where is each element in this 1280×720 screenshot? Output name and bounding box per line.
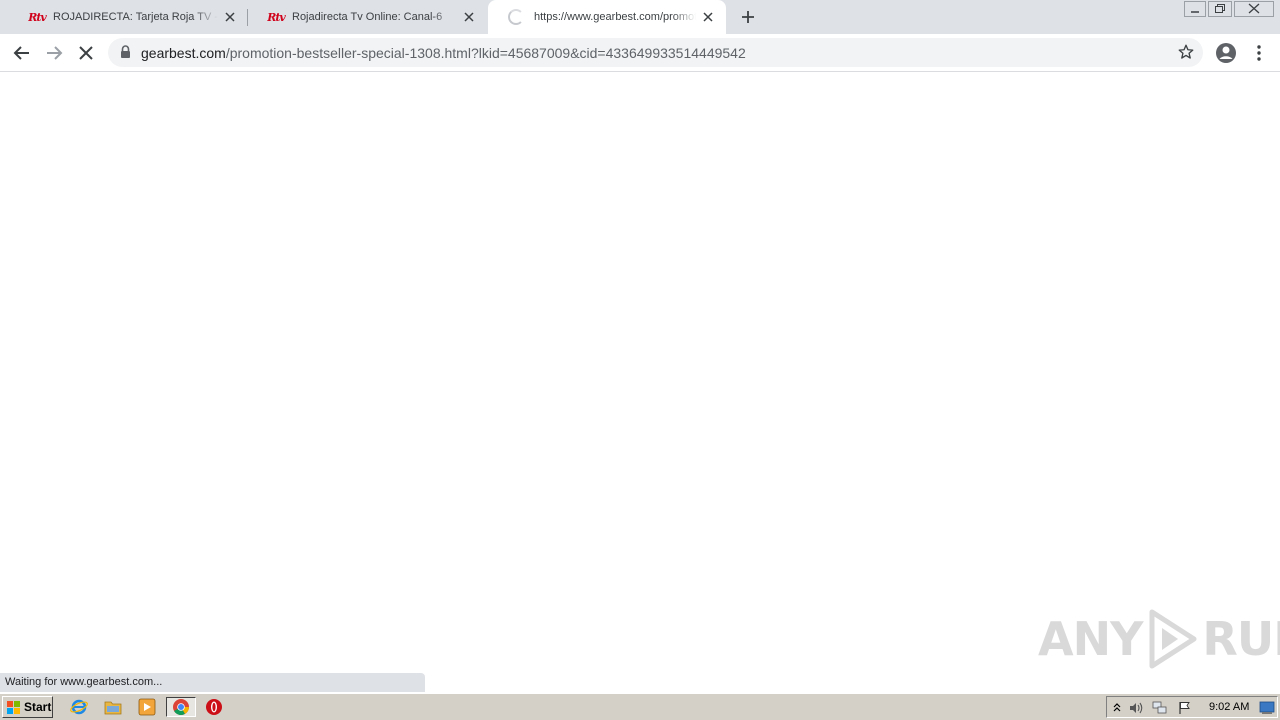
close-icon bbox=[1234, 1, 1274, 17]
profile-button[interactable] bbox=[1213, 40, 1239, 66]
new-tab-button[interactable] bbox=[738, 7, 758, 27]
taskbar-clock[interactable]: 9:02 AM bbox=[1209, 701, 1249, 713]
tab-gearbest[interactable]: https://www.gearbest.com/promotion-bests… bbox=[488, 0, 726, 34]
opera-icon bbox=[206, 699, 222, 715]
tab-title: https://www.gearbest.com/promotion-bests… bbox=[534, 11, 696, 23]
start-label: Start bbox=[24, 700, 52, 714]
rtv-favicon-icon: Rtv bbox=[28, 10, 47, 24]
plus-icon bbox=[742, 11, 754, 23]
flag-icon bbox=[1179, 702, 1190, 714]
lock-icon[interactable] bbox=[120, 45, 131, 59]
back-button[interactable] bbox=[9, 40, 35, 66]
stop-x-icon bbox=[79, 46, 93, 60]
folder-icon bbox=[104, 701, 122, 715]
browser-toolbar: gearbest.com/promotion-bestseller-specia… bbox=[0, 34, 1280, 72]
network-icon bbox=[1152, 701, 1167, 714]
tab-title: Rojadirecta Tv Online: Canal-6 bbox=[292, 11, 443, 23]
windows-logo-icon bbox=[7, 700, 20, 714]
internet-explorer-icon bbox=[70, 699, 88, 715]
tab-close-icon[interactable] bbox=[461, 9, 477, 25]
minimize-icon bbox=[1184, 1, 1206, 17]
restore-button[interactable] bbox=[1208, 0, 1232, 18]
tab-close-icon[interactable] bbox=[222, 9, 238, 25]
chevron-up-icon bbox=[1113, 703, 1121, 712]
chrome-taskbar-button[interactable] bbox=[166, 697, 196, 717]
minimize-button[interactable] bbox=[1184, 0, 1206, 18]
media-player-icon bbox=[138, 698, 156, 716]
tab-strip: Rtv ROJADIRECTA: Tarjeta Roja TV - Pirlo… bbox=[0, 0, 1280, 34]
play-triangle-icon bbox=[1149, 609, 1197, 669]
media-player-launcher[interactable] bbox=[135, 697, 159, 717]
forward-button[interactable] bbox=[41, 40, 67, 66]
tab-rojadirecta-1[interactable]: Rtv ROJADIRECTA: Tarjeta Roja TV - Pirlo… bbox=[10, 0, 248, 34]
page-content bbox=[0, 72, 1280, 692]
menu-button[interactable] bbox=[1246, 40, 1272, 66]
chrome-icon bbox=[173, 699, 189, 715]
bookmark-star-icon[interactable] bbox=[1177, 43, 1195, 61]
show-desktop-button[interactable] bbox=[1259, 700, 1275, 716]
tab-title: ROJADIRECTA: Tarjeta Roja TV - Pirlo TV bbox=[53, 11, 218, 23]
tab-separator bbox=[247, 9, 248, 26]
system-tray: 9:02 AM bbox=[1106, 696, 1278, 718]
arrow-right-icon bbox=[47, 46, 63, 60]
watermark-left: ANY bbox=[1038, 612, 1143, 666]
restore-icon bbox=[1208, 1, 1232, 17]
start-button[interactable]: Start bbox=[2, 696, 53, 718]
opera-launcher[interactable] bbox=[202, 697, 226, 717]
tab-close-icon[interactable] bbox=[700, 9, 716, 25]
speaker-icon bbox=[1130, 702, 1143, 714]
url-host: gearbest.com bbox=[141, 45, 226, 61]
tab-rojadirecta-2[interactable]: Rtv Rojadirecta Tv Online: Canal-6 bbox=[249, 0, 487, 34]
loading-spinner-icon bbox=[508, 9, 524, 25]
stop-button[interactable] bbox=[73, 40, 99, 66]
action-center-button[interactable] bbox=[1177, 700, 1193, 716]
account-circle-icon bbox=[1216, 43, 1236, 63]
watermark-right: RUN bbox=[1202, 612, 1280, 666]
volume-tray-button[interactable] bbox=[1128, 700, 1144, 716]
address-bar[interactable]: gearbest.com/promotion-bestseller-specia… bbox=[108, 38, 1203, 67]
url-path: /promotion-bestseller-special-1308.html?… bbox=[225, 45, 746, 61]
show-hidden-icons-button[interactable] bbox=[1109, 700, 1125, 716]
ie-launcher[interactable] bbox=[67, 697, 91, 717]
network-tray-button[interactable] bbox=[1152, 700, 1168, 716]
anyrun-watermark: ANY RUN bbox=[1038, 608, 1280, 670]
more-vert-icon bbox=[1257, 45, 1261, 61]
show-desktop-icon bbox=[1259, 701, 1275, 714]
url-text[interactable]: gearbest.com/promotion-bestseller-specia… bbox=[141, 45, 746, 61]
window-close-button[interactable] bbox=[1234, 0, 1274, 18]
arrow-left-icon bbox=[13, 46, 29, 60]
status-bubble: Waiting for www.gearbest.com... bbox=[0, 673, 425, 692]
taskbar: Start 9:02 AM bbox=[0, 693, 1280, 720]
explorer-launcher[interactable] bbox=[101, 697, 125, 717]
rtv-favicon-icon: Rtv bbox=[267, 10, 286, 24]
